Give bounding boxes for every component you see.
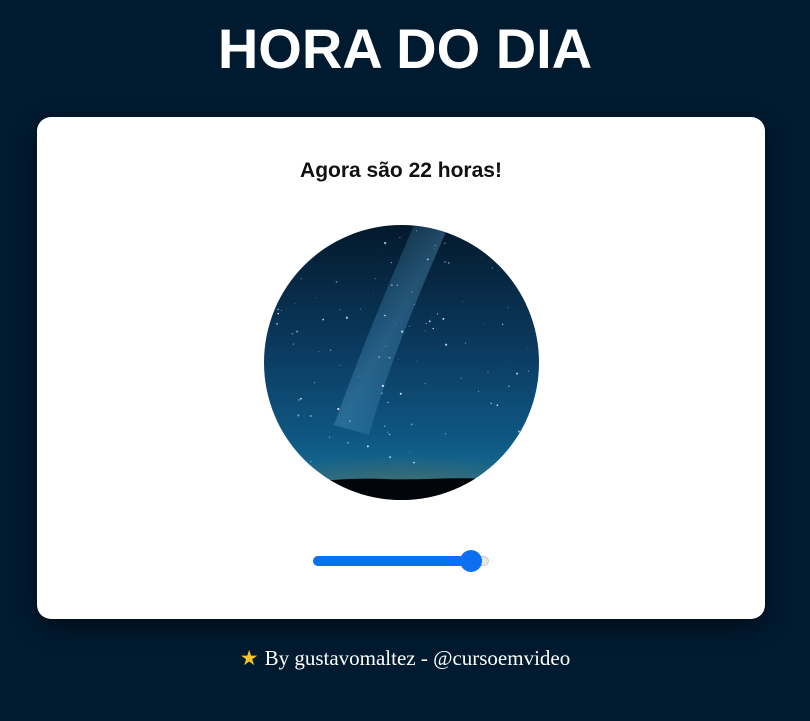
time-message: Agora são 22 horas!	[300, 159, 502, 182]
footer: ★ By gustavomaltez - @cursoemvideo	[0, 644, 810, 672]
slider-thumb[interactable]	[460, 550, 483, 572]
main-card: Agora são 22 horas!	[37, 117, 765, 619]
footer-credit: By gustavomaltez - @cursoemvideo	[264, 646, 571, 670]
night-sky-image	[264, 225, 539, 500]
page-title: HORA DO DIA	[217, 17, 593, 80]
slider-fill	[313, 556, 472, 566]
hour-slider[interactable]	[313, 550, 489, 572]
star-icon: ★	[239, 646, 259, 670]
night-sky-photo	[264, 225, 539, 500]
